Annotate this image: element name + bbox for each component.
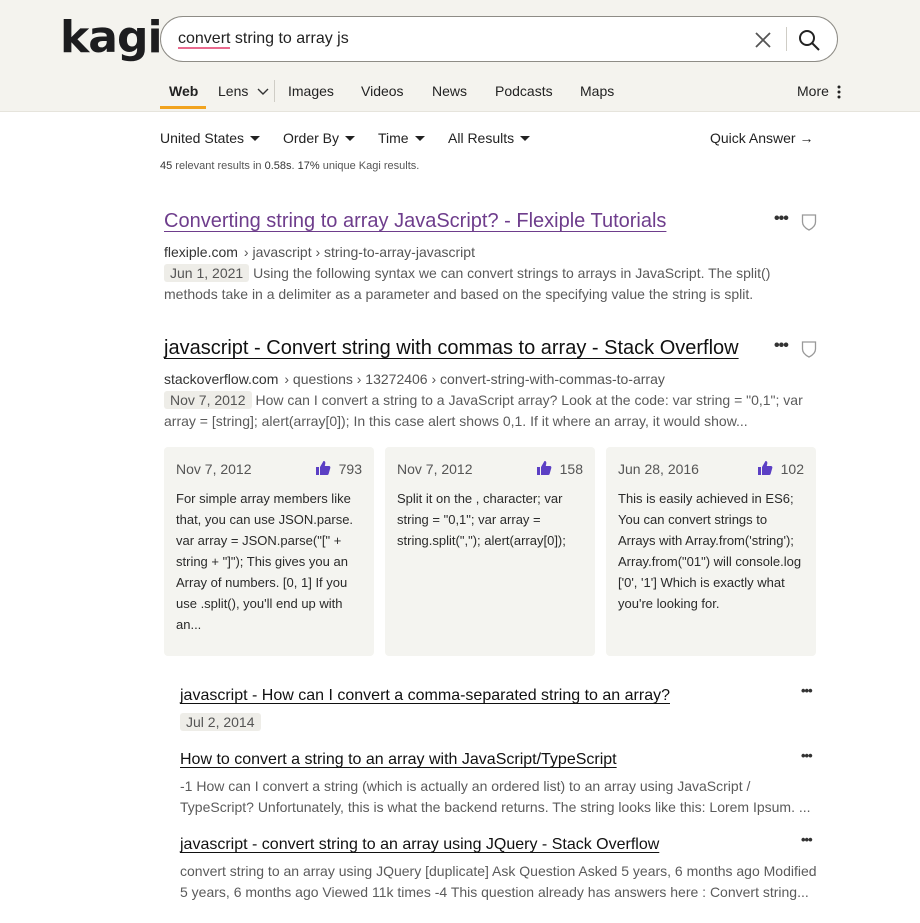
tab-images[interactable]: Images: [288, 83, 334, 99]
answer-date: Nov 7, 2012: [397, 461, 473, 477]
snippet-line-1: -1 How can I convert a string (which is …: [180, 778, 751, 794]
thumbs-up-icon: [537, 461, 552, 475]
order-filter[interactable]: Order By: [283, 130, 356, 146]
more-vertical-icon: [837, 85, 841, 99]
stats-text-3: unique Kagi results.: [319, 160, 420, 172]
caret-down-icon: [250, 135, 261, 141]
search-time: 0.58s: [264, 160, 292, 172]
result-url[interactable]: stackoverflow.com › questions › 13272406 …: [164, 371, 665, 387]
snippet-line-1: convert string to an array using JQuery …: [180, 863, 817, 879]
tab-more[interactable]: More: [797, 83, 842, 99]
result-path: › questions › 13272406 › convert-string-…: [284, 371, 665, 387]
tab-more-label: More: [797, 83, 829, 99]
subresult-title[interactable]: How to convert a string to an array with…: [180, 751, 617, 769]
result-title[interactable]: Converting string to array JavaScript? -…: [164, 210, 666, 233]
close-icon[interactable]: [753, 30, 773, 50]
more-options-icon[interactable]: •••: [801, 832, 813, 847]
result-count: 45: [160, 160, 173, 172]
caret-down-icon: [345, 135, 356, 141]
snippet-line-2: array = [string]; alert(array[0]); In th…: [164, 413, 748, 429]
answer-votes: 793: [338, 461, 362, 477]
answer-text: This is easily achieved in ES6; You can …: [618, 491, 802, 611]
snippet-line-2: methods take in a delimiter as a paramet…: [164, 286, 754, 302]
misspelled-word: convert: [178, 30, 231, 49]
more-options-icon[interactable]: •••: [801, 683, 813, 698]
search-divider: [786, 27, 787, 51]
results-filter-label: All Results: [448, 130, 515, 146]
subresult-title[interactable]: javascript - convert string to an array …: [180, 836, 659, 854]
search-input[interactable]: convert string to array js: [178, 30, 349, 49]
subresult-snippet: convert string to an array using JQuery …: [180, 861, 820, 903]
region-filter-label: United States: [160, 130, 245, 146]
tab-maps[interactable]: Maps: [580, 83, 614, 99]
tab-web[interactable]: Web: [169, 83, 198, 99]
tab-videos[interactable]: Videos: [361, 83, 404, 99]
search-icon[interactable]: [797, 28, 821, 52]
results-filter[interactable]: All Results: [448, 130, 531, 146]
results-stats: 45 relevant results in 0.58s. 17% unique…: [160, 160, 419, 172]
tab-separator: [274, 80, 275, 102]
stats-text-1: relevant results in: [172, 160, 265, 172]
result-url[interactable]: flexiple.com › javascript › string-to-arr…: [164, 244, 475, 260]
result-date: Jun 1, 2021: [164, 264, 250, 282]
more-options-icon[interactable]: •••: [801, 748, 813, 763]
answer-text: For simple array members like that, you …: [176, 491, 354, 632]
snippet-line-2: TypeScript? Unfortunately, this is what …: [180, 799, 811, 815]
region-filter[interactable]: United States: [160, 130, 261, 146]
answer-date: Jun 28, 2016: [618, 461, 699, 477]
tab-news[interactable]: News: [432, 83, 467, 99]
caret-down-icon: [414, 135, 425, 141]
snippet-line-1: Using the following syntax we can conver…: [253, 265, 771, 281]
kagi-logo[interactable]: kagi: [60, 14, 163, 62]
tab-lens-label: Lens: [218, 83, 249, 99]
more-options-icon[interactable]: •••: [774, 337, 789, 355]
unique-percent: 17%: [297, 160, 320, 172]
answer-votes: 158: [559, 461, 583, 477]
result-title[interactable]: javascript - Convert string with commas …: [164, 337, 739, 360]
order-filter-label: Order By: [283, 130, 340, 146]
time-filter[interactable]: Time: [378, 130, 425, 146]
thumbs-up-icon: [758, 461, 773, 475]
result-snippet: Jun 1, 2021 Using the following syntax we…: [164, 263, 818, 305]
chevron-down-icon: [257, 88, 269, 96]
subresult-snippet: -1 How can I convert a string (which is …: [180, 776, 820, 818]
answer-text: Split it on the , character; var string …: [397, 491, 566, 548]
shield-icon[interactable]: [801, 340, 817, 358]
quick-answer-link[interactable]: Quick Answer →: [710, 130, 813, 146]
search-box[interactable]: convert string to array js: [160, 16, 838, 62]
thumbs-up-icon: [316, 461, 331, 475]
more-options-icon[interactable]: •••: [774, 210, 789, 228]
answer-card[interactable]: Nov 7, 2012 793 For simple array members…: [164, 447, 374, 656]
snippet-line-1: How can I convert a string to a JavaScri…: [255, 392, 803, 408]
top-header: kagi convert string to array js Web Lens…: [0, 0, 920, 112]
result-domain: flexiple.com: [164, 244, 238, 260]
answer-card[interactable]: Jun 28, 2016 102 This is easily achieved…: [606, 447, 816, 656]
result-date: Nov 7, 2012: [164, 391, 252, 409]
result-path: › javascript › string-to-array-javascrip…: [243, 244, 475, 260]
query-rest: string to array js: [230, 30, 349, 47]
answer-date: Nov 7, 2012: [176, 461, 252, 477]
answer-card[interactable]: Nov 7, 2012 158 Split it on the , charac…: [385, 447, 595, 656]
tab-lens[interactable]: Lens: [218, 83, 269, 99]
result-domain: stackoverflow.com: [164, 371, 279, 387]
time-filter-label: Time: [378, 130, 409, 146]
tab-podcasts[interactable]: Podcasts: [495, 83, 553, 99]
snippet-line-2: 5 years, 6 months ago Viewed 11k times -…: [180, 884, 809, 900]
caret-down-icon: [520, 135, 531, 141]
active-tab-indicator: [160, 106, 206, 109]
shield-icon[interactable]: [801, 213, 817, 231]
subresult-date: Jul 2, 2014: [180, 713, 261, 731]
answer-votes: 102: [780, 461, 804, 477]
result-snippet: Nov 7, 2012 How can I convert a string to…: [164, 390, 818, 432]
subresult-title[interactable]: javascript - How can I convert a comma-s…: [180, 687, 670, 705]
